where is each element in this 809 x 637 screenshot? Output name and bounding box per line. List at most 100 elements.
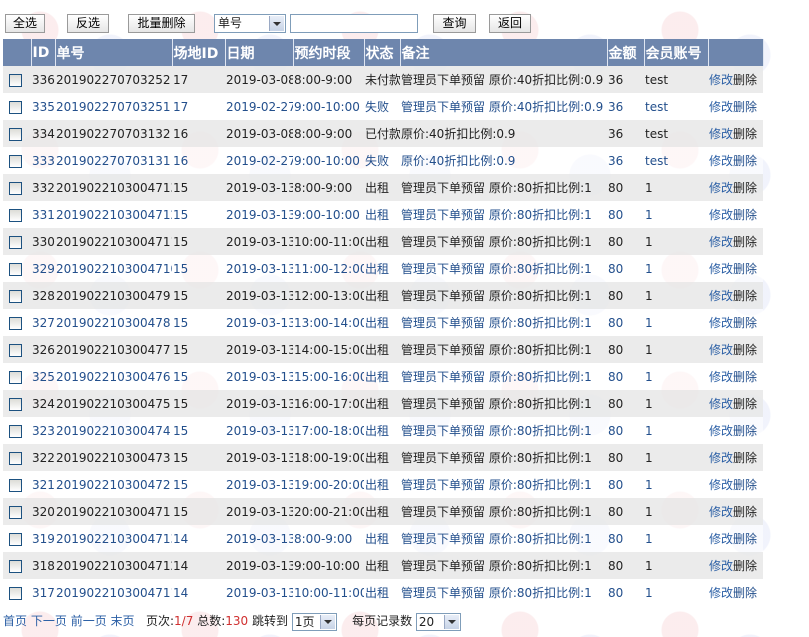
edit-link[interactable]: 修改: [709, 316, 733, 330]
delete-link[interactable]: 删除: [733, 73, 757, 87]
delete-link[interactable]: 删除: [733, 397, 757, 411]
batch-delete-button[interactable]: 批量删除: [128, 14, 195, 33]
cell-time-slot: 11:00-12:00: [293, 255, 364, 282]
edit-link[interactable]: 修改: [709, 100, 733, 114]
cell-order-no: 20190221030047​5: [55, 390, 172, 417]
cell-member: 1: [644, 363, 708, 390]
row-checkbox[interactable]: [9, 235, 22, 249]
delete-link[interactable]: 删除: [733, 127, 757, 141]
cell-actions: 修改删除: [708, 417, 763, 444]
delete-link[interactable]: 删除: [733, 262, 757, 276]
cell-venue-id: 15: [172, 174, 225, 201]
edit-link[interactable]: 修改: [709, 343, 733, 357]
row-checkbox[interactable]: [9, 370, 22, 384]
delete-link[interactable]: 删除: [733, 181, 757, 195]
edit-link[interactable]: 修改: [709, 397, 733, 411]
row-checkbox[interactable]: [9, 100, 22, 114]
edit-link[interactable]: 修改: [709, 478, 733, 492]
delete-link[interactable]: 删除: [733, 478, 757, 492]
edit-link[interactable]: 修改: [709, 262, 733, 276]
edit-link[interactable]: 修改: [709, 154, 733, 168]
row-checkbox[interactable]: [9, 559, 22, 573]
row-checkbox[interactable]: [9, 154, 22, 168]
edit-link[interactable]: 修改: [709, 532, 733, 546]
row-checkbox[interactable]: [9, 181, 22, 195]
row-checkbox[interactable]: [9, 343, 22, 357]
delete-link[interactable]: 删除: [733, 370, 757, 384]
invert-selection-button[interactable]: 反选: [67, 14, 109, 33]
delete-link[interactable]: 删除: [733, 559, 757, 573]
cell-remark: 管理员下单预留 原价:80折扣比例:1: [400, 417, 607, 444]
cell-actions: 修改删除: [708, 444, 763, 471]
delete-link[interactable]: 删除: [733, 532, 757, 546]
prev-page-link[interactable]: 前一页: [71, 614, 107, 628]
cell-actions: 修改删除: [708, 93, 763, 120]
search-input[interactable]: [290, 14, 418, 33]
next-page-link[interactable]: 下一页: [31, 614, 67, 628]
row-checkbox[interactable]: [9, 451, 22, 465]
edit-link[interactable]: 修改: [709, 451, 733, 465]
row-checkbox[interactable]: [9, 262, 22, 276]
jump-page-select[interactable]: 1页: [291, 612, 337, 631]
delete-link[interactable]: 删除: [733, 289, 757, 303]
cell-id: 336: [31, 66, 55, 93]
row-checkbox[interactable]: [9, 127, 22, 141]
delete-link[interactable]: 删除: [733, 505, 757, 519]
per-page-select[interactable]: 20: [415, 612, 461, 631]
delete-link[interactable]: 删除: [733, 424, 757, 438]
row-checkbox[interactable]: [9, 478, 22, 492]
edit-link[interactable]: 修改: [709, 208, 733, 222]
cell-status: 失败: [364, 93, 400, 120]
cell-member: 1: [644, 579, 708, 606]
delete-link[interactable]: 删除: [733, 154, 757, 168]
cell-status: 出租: [364, 309, 400, 336]
row-checkbox[interactable]: [9, 424, 22, 438]
cell-venue-id: 15: [172, 309, 225, 336]
select-all-button[interactable]: 全选: [5, 14, 45, 33]
edit-link[interactable]: 修改: [709, 181, 733, 195]
query-button[interactable]: 查询: [433, 14, 476, 33]
row-checkbox[interactable]: [9, 316, 22, 330]
table-row: 331 201902210300471​2 15 2019-03-13 9:00-10:…: [3, 201, 763, 228]
cell-id: 330: [31, 228, 55, 255]
row-checkbox[interactable]: [9, 397, 22, 411]
delete-link[interactable]: 删除: [733, 451, 757, 465]
edit-link[interactable]: 修改: [709, 559, 733, 573]
edit-link[interactable]: 修改: [709, 505, 733, 519]
delete-link[interactable]: 删除: [733, 586, 757, 600]
edit-link[interactable]: 修改: [709, 73, 733, 87]
row-checkbox[interactable]: [9, 289, 22, 303]
table-row: 334 201902270703132 16 2019-03-08 8:00-9:00 已…: [3, 120, 763, 147]
first-page-link[interactable]: 首页: [3, 614, 27, 628]
cell-venue-id: 14: [172, 579, 225, 606]
back-button[interactable]: 返回: [489, 14, 531, 33]
cell-checkbox: [3, 66, 31, 93]
row-checkbox[interactable]: [9, 505, 22, 519]
delete-link[interactable]: 删除: [733, 316, 757, 330]
delete-link[interactable]: 删除: [733, 343, 757, 357]
edit-link[interactable]: 修改: [709, 235, 733, 249]
delete-link[interactable]: 删除: [733, 235, 757, 249]
cell-order-no: 20190221030047​9: [55, 282, 172, 309]
cell-member: 1: [644, 444, 708, 471]
row-checkbox[interactable]: [9, 73, 22, 87]
cell-date: 2019-03-13: [225, 336, 293, 363]
cell-status: 出租: [364, 390, 400, 417]
search-field-select[interactable]: 单号: [214, 14, 286, 33]
cell-actions: 修改删除: [708, 228, 763, 255]
edit-link[interactable]: 修改: [709, 586, 733, 600]
cell-order-no: 201902210300471​0: [55, 255, 172, 282]
edit-link[interactable]: 修改: [709, 370, 733, 384]
cell-venue-id: 15: [172, 444, 225, 471]
last-page-link[interactable]: 末页: [111, 614, 135, 628]
row-checkbox[interactable]: [9, 532, 22, 546]
edit-link[interactable]: 修改: [709, 424, 733, 438]
edit-link[interactable]: 修改: [709, 289, 733, 303]
delete-link[interactable]: 删除: [733, 208, 757, 222]
delete-link[interactable]: 删除: [733, 100, 757, 114]
row-checkbox[interactable]: [9, 586, 22, 600]
row-checkbox[interactable]: [9, 208, 22, 222]
cell-checkbox: [3, 120, 31, 147]
edit-link[interactable]: 修改: [709, 127, 733, 141]
cell-time-slot: 8:00-9:00: [293, 174, 364, 201]
